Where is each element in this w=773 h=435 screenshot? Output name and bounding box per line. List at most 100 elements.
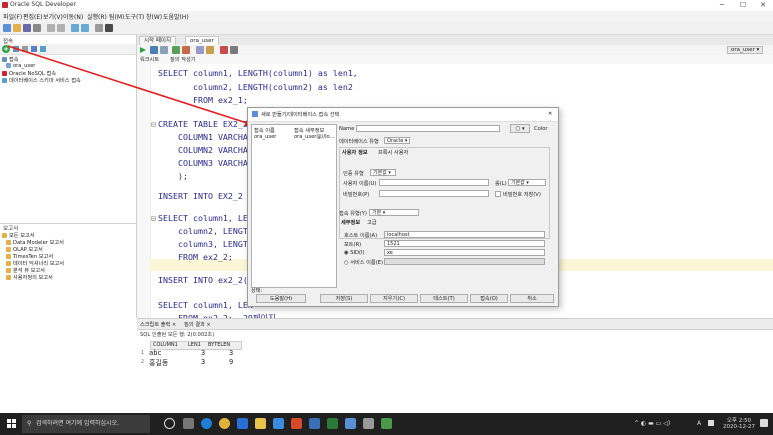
service-name-input[interactable] [384, 258, 545, 265]
save-all-icon[interactable] [33, 24, 41, 32]
sid-input[interactable]: xe [384, 249, 545, 256]
redo-icon[interactable] [57, 24, 65, 32]
tab-user-info[interactable]: 사용자 정보 [342, 149, 368, 156]
menu-window[interactable]: 창(W) [146, 12, 162, 21]
header-column1[interactable]: COLUMN1 [153, 342, 178, 348]
password-input[interactable] [379, 190, 489, 197]
menu-team[interactable]: 팀(M) [109, 12, 124, 21]
report-item-user-defined[interactable]: 사용자정의 보고서 [6, 274, 53, 281]
menu-navigate[interactable]: 이동(N) [63, 12, 83, 21]
windows-start-icon[interactable] [7, 419, 17, 429]
minimize-button[interactable]: ─ [712, 0, 732, 11]
undo-icon[interactable] [47, 24, 55, 32]
sql-icon[interactable] [105, 24, 113, 32]
table-row[interactable]: 2 홍길동 3 9 [141, 358, 241, 367]
connection-list-item-name[interactable]: ora_user [254, 134, 276, 140]
menu-tools[interactable]: 도구(T) [125, 12, 144, 21]
code-line-15: column3, LENGTH [158, 239, 253, 249]
tab-query-result[interactable]: 질의 결과 × [184, 321, 211, 328]
help-button[interactable]: 도움말(H) [256, 294, 306, 303]
edge-icon[interactable] [201, 418, 212, 429]
username-input[interactable] [379, 179, 489, 186]
test-button[interactable]: 테스트(T) [420, 294, 468, 303]
dialog-close-icon[interactable]: ✕ [548, 111, 552, 117]
connection-list[interactable]: 접속 이름 접속 세부정보 ora_user ora_user@//lo... [251, 124, 337, 288]
save-button[interactable]: 저장(S) [320, 294, 368, 303]
menu-view[interactable]: 보기(V) [43, 12, 63, 21]
notification-icon[interactable] [760, 419, 768, 427]
code-line-8: COLUMN3 VARCHAR [158, 158, 253, 168]
name-input[interactable] [356, 125, 500, 132]
port-label: 포트(R) [344, 242, 362, 248]
password-label: 비밀번호(P) [343, 192, 370, 198]
conn-type-label: 접속 유형(Y) [339, 211, 367, 217]
clear-button[interactable]: 지우기(C) [370, 294, 418, 303]
menu-edit[interactable]: 편집(E) [23, 12, 43, 21]
connection-selector[interactable]: ora_user ▾ [727, 46, 764, 54]
reports-panel-title: 보고서 [3, 226, 19, 232]
task-view-icon[interactable] [183, 418, 194, 429]
chrome-icon[interactable] [219, 418, 230, 429]
folder-icon [6, 254, 11, 259]
conn-type-select[interactable]: 기본 ▾ [369, 209, 419, 216]
report-item-timesten[interactable]: TimesTen 보고서 [6, 253, 53, 260]
save-password-checkbox[interactable] [495, 191, 501, 197]
username-label: 사용자 이름(U) [343, 181, 377, 187]
tab-script-output[interactable]: 스크립트 출력 × [140, 321, 176, 328]
report-item-all[interactable]: 모든 보고서 [2, 232, 35, 239]
header-len1[interactable]: LEN1 [188, 342, 201, 348]
excel-icon[interactable] [327, 418, 338, 429]
report-item-olap[interactable]: OLAP 보고서 [6, 246, 43, 253]
close-button[interactable]: ✕ [753, 0, 773, 11]
sql-developer-taskbar-icon[interactable] [345, 418, 356, 429]
results-panel: 스크립트 출력 × 질의 결과 × SQL 인출된 모든 행: 2(0.002초… [137, 318, 773, 413]
host-input[interactable]: localhost [384, 231, 545, 238]
db-type-select[interactable]: Oracle ▾ [384, 137, 410, 144]
forward-icon[interactable] [81, 24, 89, 32]
service-name-radio[interactable]: ○ 서비스 이름(E) [344, 259, 383, 266]
connect-button[interactable]: 접속(O) [470, 294, 508, 303]
port-input[interactable]: 1521 [384, 240, 545, 247]
cortana-icon[interactable] [164, 418, 175, 429]
word-icon[interactable] [237, 418, 248, 429]
app-icon[interactable] [381, 418, 392, 429]
menu-file[interactable]: 파일(F) [3, 12, 22, 21]
auth-type-select[interactable]: 기본값 ▾ [370, 169, 396, 176]
debug-icon[interactable] [95, 24, 103, 32]
report-item-analytic-view[interactable]: 분석 뷰 보고서 [6, 267, 45, 274]
role-select[interactable]: 기본값 ▾ [508, 179, 546, 186]
tray-icons[interactable]: ^ ◐ ▬ ▭ ◁) [634, 420, 670, 427]
cancel-button[interactable]: 취소 [510, 294, 554, 303]
report-item-data-dictionary[interactable]: 데이터 딕셔너리 보고서 [6, 260, 64, 267]
app-icon[interactable] [309, 418, 320, 429]
clock[interactable]: 오후 2:50 2020-12-27 [722, 416, 756, 430]
tab-advanced[interactable]: 고급 [367, 219, 377, 226]
color-picker-button[interactable]: ▢ ▾ [510, 124, 530, 133]
menu-run[interactable]: 실행(R) [87, 12, 107, 21]
app-icon[interactable] [708, 420, 714, 426]
store-icon[interactable] [273, 418, 284, 429]
sid-radio[interactable]: ◉ SID(I) [344, 250, 365, 256]
db-type-label: 데이터베이스 유형 [339, 139, 379, 145]
header-bytelen[interactable]: BYTELEN [208, 342, 230, 348]
open-icon[interactable] [13, 24, 21, 32]
column-header-detail: 접속 세부정보 [294, 128, 325, 134]
new-icon[interactable] [3, 24, 11, 32]
taskbar-search-box[interactable]: ⚲ 검색하려면 여기에 입력하십시오. [22, 415, 150, 433]
report-item-data-modeler[interactable]: Data Modeler 보고서 [6, 239, 64, 246]
save-icon[interactable] [23, 24, 31, 32]
search-icon: ⚲ [27, 420, 32, 427]
app-icon[interactable] [363, 418, 374, 429]
ime-indicator[interactable]: A [697, 420, 701, 427]
maximize-button[interactable]: ☐ [733, 0, 753, 11]
fold-icon[interactable]: ⊟ [151, 213, 156, 223]
tab-proxy-user[interactable]: 프록시 사용자 [378, 149, 408, 156]
file-explorer-icon[interactable] [255, 418, 266, 429]
powerpoint-icon[interactable] [291, 418, 302, 429]
back-icon[interactable] [71, 24, 79, 32]
table-row[interactable]: 1 abc 3 3 [141, 349, 241, 358]
results-tab-bar: 스크립트 출력 × 질의 결과 × [137, 319, 773, 330]
tab-details[interactable]: 세부정보 [341, 219, 360, 226]
connection-list-item-detail[interactable]: ora_user@//lo... [294, 134, 335, 140]
menu-help[interactable]: 도움말(H) [163, 12, 189, 21]
